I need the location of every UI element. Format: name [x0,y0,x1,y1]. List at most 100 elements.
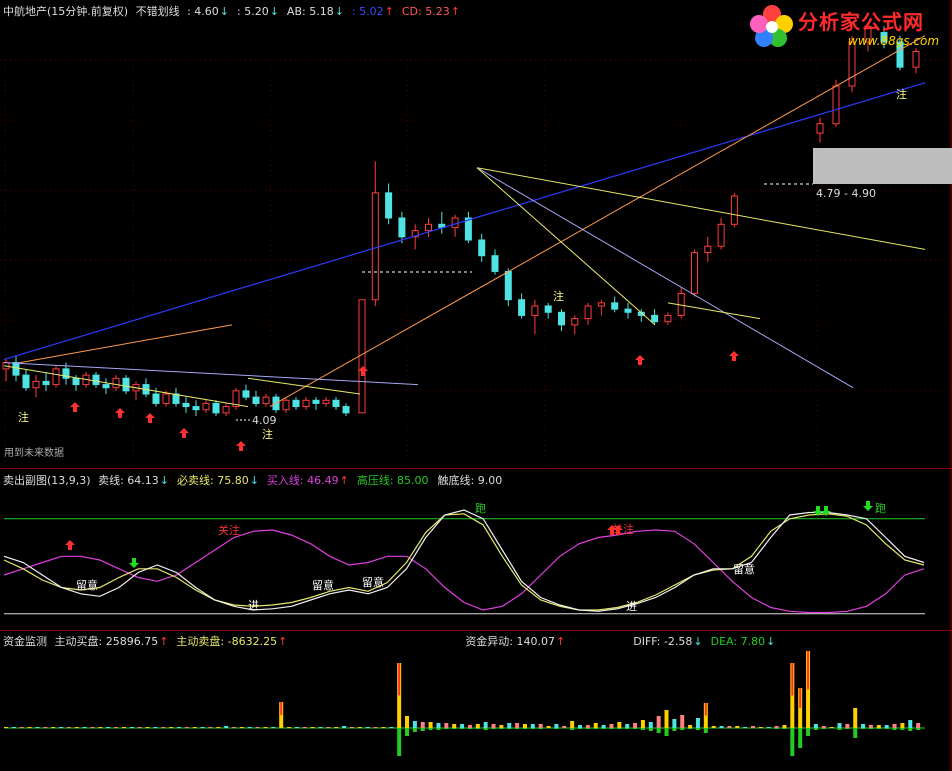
signal-text-7: 跑 [875,501,886,515]
fund-bar-down-72 [570,728,575,730]
candle-body-51 [571,318,579,326]
fund-bar-down-108 [853,728,858,738]
panel1-title: 中航地产(15分钟.前复权) [3,5,129,18]
candle-body-22 [222,406,230,414]
fund-bar-up-26 [208,727,213,728]
candle-body-70 [912,50,920,68]
candle-body-5 [52,368,60,386]
fund-bar-up-53 [420,722,425,728]
fund-bar-down-83 [656,728,661,733]
fund-bar-core-35 [280,702,283,715]
fund-bar-up-46 [365,727,370,728]
fund-bar-down-56 [444,728,449,729]
watermark-logo: 分析家公式网 www.88gs.com [748,2,948,52]
fund-bar-down-99 [782,728,787,729]
fund-bar-up-8 [66,727,71,728]
candle-body-1 [12,362,20,376]
fund-bar-up-55 [436,723,441,728]
candle-body-31 [312,399,320,404]
fund-bar-down-74 [585,728,590,729]
fund-bar-down-86 [680,728,685,730]
fund-bar-up-74 [585,725,590,728]
candle-body-48 [531,305,539,316]
signal-text-6: 跑 [475,501,486,515]
fund-bar-up-70 [554,724,559,728]
signal-text-0: 留意 [76,578,98,592]
panel3-arrow-0: ↑ [159,635,169,648]
fund-bar-up-51 [405,716,410,728]
fund-bar-up-114 [900,723,905,728]
buy-arrow-icon-3 [179,428,189,438]
fund-bar-down-62 [491,728,496,729]
fund-bar-up-54 [428,722,433,728]
fund-bar-up-9 [74,727,79,728]
fund-bar-down-85 [672,728,677,731]
fund-bar-down-112 [884,728,889,729]
fund-bar-up-18 [145,727,150,728]
fund-bar-up-104 [821,726,826,728]
candle-body-24 [242,390,250,398]
fund-bar-up-61 [483,722,488,728]
panel1-value-4: CD: 5.23↑ [401,5,460,18]
fund-bar-up-39 [310,727,315,728]
candle-body-57 [651,314,659,323]
fund-bar-up-20 [161,727,166,728]
candle-body-11 [112,377,120,389]
panel2-value-4: 触底线: 9.00 [437,474,503,487]
candle-body-55 [624,308,632,313]
fund-bar-up-95 [751,726,756,728]
fund-bar-down-57 [452,728,457,729]
fund-bar-up-48 [381,727,386,728]
fund-bar-down-100 [790,728,795,756]
panel1-arrow-3: ↑ [384,5,394,18]
candle-body-47 [518,299,526,316]
orange-trend-line [269,35,926,408]
panel1-header: 中航地产(15分钟.前复权) 不错划线 : 4.60↓: 5.20↓ AB: 5.… [3,3,472,19]
fund-bar-up-47 [373,727,378,728]
fund-bar-down-52 [412,728,417,732]
fund-bar-up-110 [868,725,873,728]
signal-text-3: 留意 [733,562,755,576]
candle-body-45 [491,255,499,272]
watermark-url: www.88gs.com [848,34,940,48]
panel1-value-1: : 5.20↓ [237,5,279,18]
fund-bar-down-98 [774,728,779,729]
fund-bar-down-110 [868,728,873,729]
fund-bar-up-57 [452,724,457,728]
fund-bar-up-80 [633,723,638,728]
candle-body-37 [385,192,393,219]
fund-bar-up-108 [853,708,858,728]
candle-body-44 [478,239,486,257]
candle-body-7 [72,377,80,386]
candle-body-18 [182,402,190,408]
candle-body-36 [371,192,379,301]
yellow-base-line [3,365,249,408]
panel3-values: 主动买盘: 25896.75↑ 主动卖盘: -8632.25↑ 资金异动: 140.… [55,635,784,648]
panel1-value-2: AB: 5.18↓ [286,5,344,18]
fund-bar-up-67 [530,724,535,728]
fund-bar-up-62 [491,724,496,728]
candle-body-63 [730,195,738,225]
fund-bar-up-2 [19,727,24,728]
panel1-arrow-1: ↓ [269,5,279,18]
watermark-text: 分析家公式网 [798,10,924,34]
panel2-arrow-0: ↓ [159,474,169,487]
panel1-value-3: : 5.02↑ [351,5,394,18]
fund-bar-up-14 [114,727,119,728]
candle-body-54 [611,302,619,310]
fund-bar-up-63 [499,725,504,728]
panel-divider-2 [0,630,952,631]
panel3-title: 资金监测 [3,635,47,648]
panel2-sell-icon-3 [863,501,873,511]
fund-bar-up-60 [475,724,480,728]
fund-bar-up-91 [719,726,724,728]
fund-bar-up-99 [782,725,787,728]
fund-bar-up-19 [153,727,158,728]
blue-trend-line [3,82,926,361]
fund-bar-up-75 [593,723,598,728]
fund-bar-up-105 [829,727,834,728]
fund-bar-up-0 [4,727,8,728]
panel2-value-0: 卖线: 64.13↓ [98,474,169,487]
buy-arrow-icon-2 [145,413,155,423]
fund-bar-down-111 [876,728,881,729]
